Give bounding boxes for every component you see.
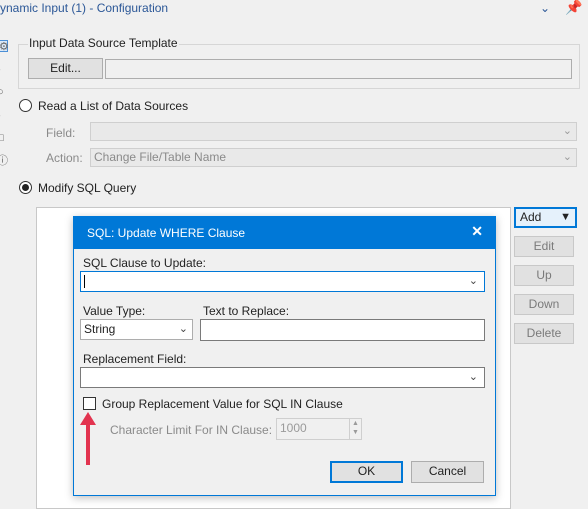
text-to-replace-label: Text to Replace: bbox=[203, 304, 290, 318]
edit-button[interactable]: Edit bbox=[514, 236, 574, 257]
replacement-field-label: Replacement Field: bbox=[83, 352, 187, 366]
window-title: ynamic Input (1) - Configuration bbox=[0, 1, 169, 15]
cube-icon[interactable]: □ bbox=[0, 132, 9, 144]
config-gear-icon[interactable]: ⚙ bbox=[0, 40, 9, 53]
field-label: Field: bbox=[46, 126, 76, 140]
chevron-down-icon: ⌄ bbox=[468, 371, 478, 383]
pin-icon[interactable]: 📌 bbox=[565, 0, 582, 16]
stepper-arrows-icon: ▲ ▼ bbox=[349, 419, 361, 439]
chevron-down-icon[interactable]: ⌄ bbox=[540, 1, 550, 15]
value-type-dropdown[interactable]: String ⌄ bbox=[80, 319, 193, 340]
field-dropdown: ⌄ bbox=[90, 122, 577, 141]
close-icon[interactable]: ✕ bbox=[471, 223, 483, 240]
char-limit-label: Character Limit For IN Clause: bbox=[110, 423, 273, 437]
chevron-right-icon[interactable]: › bbox=[0, 110, 9, 122]
dialog-title-bar: SQL: Update WHERE Clause ✕ bbox=[74, 217, 495, 249]
chevron-down-icon: ⌄ bbox=[178, 323, 188, 335]
dropdown-triangle-icon: ▼ bbox=[560, 211, 571, 223]
action-label: Action: bbox=[46, 151, 83, 165]
text-to-replace-input[interactable] bbox=[200, 319, 485, 341]
group-in-clause-label: Group Replacement Value for SQL IN Claus… bbox=[102, 397, 343, 411]
chevron-right-icon[interactable]: › bbox=[0, 64, 9, 76]
value-type-label: Value Type: bbox=[83, 304, 146, 318]
chevron-down-icon: ⌄ bbox=[468, 275, 478, 287]
char-limit-value: 1000 bbox=[280, 421, 307, 435]
cancel-button[interactable]: Cancel bbox=[411, 461, 484, 483]
up-button[interactable]: Up bbox=[514, 265, 574, 286]
add-button[interactable]: Add ▼ bbox=[514, 207, 577, 228]
edit-template-button[interactable]: Edit... bbox=[28, 58, 103, 79]
char-limit-stepper: 1000 ▲ ▼ bbox=[276, 418, 362, 440]
text-caret bbox=[84, 275, 85, 288]
chevron-down-icon: ⌄ bbox=[562, 151, 572, 163]
annotation-icon[interactable]: ○ bbox=[0, 86, 9, 98]
ok-button[interactable]: OK bbox=[330, 461, 403, 483]
info-icon[interactable]: ⓘ bbox=[0, 155, 9, 167]
delete-button[interactable]: Delete bbox=[514, 323, 574, 344]
down-button[interactable]: Down bbox=[514, 294, 574, 315]
read-list-radio[interactable] bbox=[19, 99, 32, 112]
group-in-clause-checkbox[interactable] bbox=[83, 397, 96, 410]
modify-sql-radio[interactable] bbox=[19, 181, 32, 194]
template-group-label: Input Data Source Template bbox=[28, 36, 179, 50]
chevron-down-icon: ⌄ bbox=[562, 125, 572, 137]
value-type-value: String bbox=[84, 322, 116, 336]
sql-clause-label: SQL Clause to Update: bbox=[83, 256, 206, 270]
template-path-field bbox=[105, 59, 572, 79]
action-value: Change File/Table Name bbox=[94, 150, 227, 164]
read-list-label: Read a List of Data Sources bbox=[38, 99, 189, 113]
annotation-arrow-shaft bbox=[86, 423, 90, 465]
modify-sql-label: Modify SQL Query bbox=[38, 181, 137, 195]
action-dropdown: Change File/Table Name ⌄ bbox=[90, 148, 577, 167]
title-bar: ynamic Input (1) - Configuration ⌄ 📌 bbox=[0, 0, 588, 18]
sql-clause-dropdown[interactable]: ⌄ bbox=[80, 271, 485, 292]
dialog-title: SQL: Update WHERE Clause bbox=[87, 226, 246, 240]
replacement-field-dropdown[interactable]: ⌄ bbox=[80, 367, 485, 388]
